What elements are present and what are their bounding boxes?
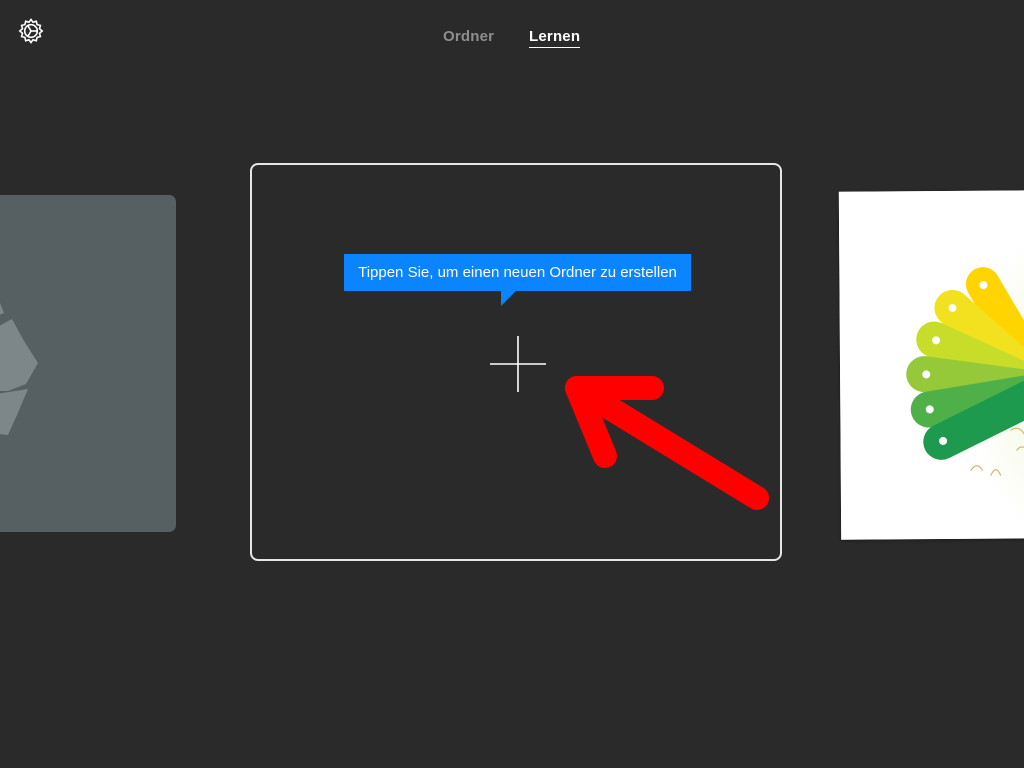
tab-ordner[interactable]: Ordner bbox=[443, 28, 494, 45]
tab-lernen[interactable]: Lernen bbox=[529, 28, 581, 48]
view-switcher: Ordner Lernen bbox=[0, 28, 1024, 52]
recycle-bin-card[interactable] bbox=[0, 195, 176, 532]
app-screen: Ordner Lernen Tippen Sie, um einen neuen… bbox=[0, 0, 1024, 768]
tooltip-tail bbox=[501, 291, 516, 306]
create-folder-tooltip: Tippen Sie, um einen neuen Ordner zu ers… bbox=[344, 254, 691, 291]
color-fan-card[interactable] bbox=[838, 190, 1024, 540]
red-arrow-annotation bbox=[565, 376, 769, 510]
color-fan-illustration bbox=[838, 190, 1024, 540]
recycle-icon bbox=[0, 303, 38, 435]
plus-icon[interactable] bbox=[490, 336, 546, 392]
